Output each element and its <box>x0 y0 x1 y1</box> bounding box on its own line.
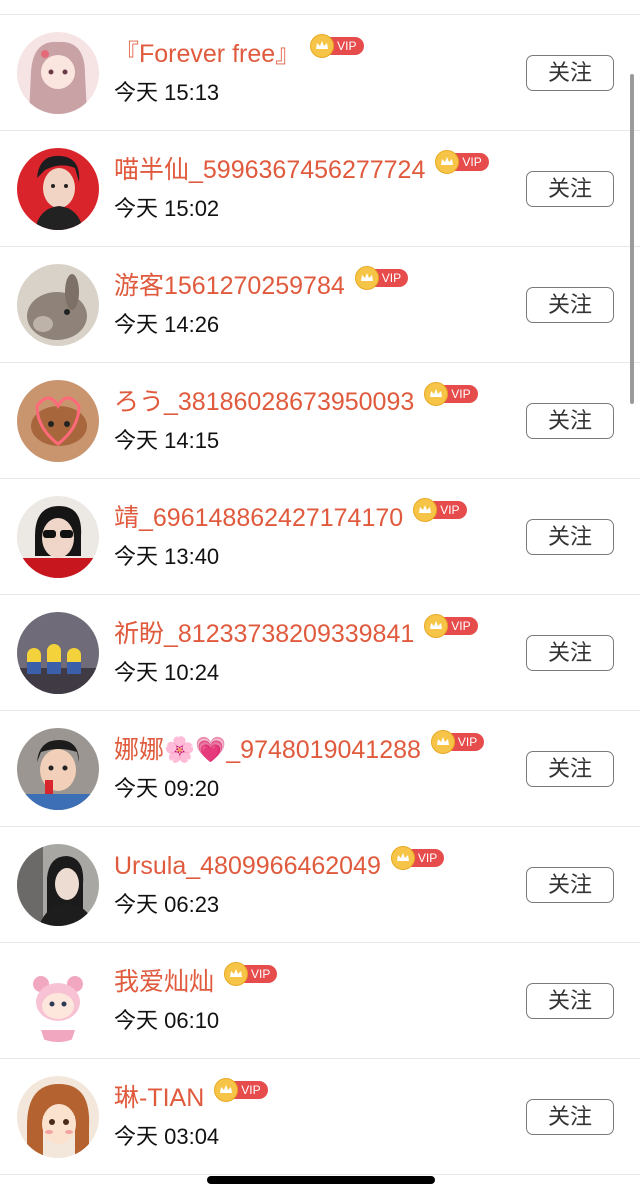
follow-time: 今天 09:20 <box>114 776 220 801</box>
crown-icon <box>214 1078 239 1102</box>
follow-time: 今天 13:40 <box>114 544 220 569</box>
vip-badge: VIP <box>214 1078 268 1102</box>
follow-time: 今天 14:15 <box>114 428 220 453</box>
scrollbar[interactable] <box>630 74 634 404</box>
user-avatar[interactable] <box>17 960 99 1042</box>
list-item[interactable]: 我爱灿灿 VIP 今天 06:10 关注 <box>0 943 640 1059</box>
crown-icon <box>424 382 449 406</box>
crown-icon <box>310 34 335 58</box>
follow-button[interactable]: 关注 <box>526 983 614 1019</box>
follow-time: 今天 03:04 <box>114 1124 220 1149</box>
follow-button[interactable]: 关注 <box>526 635 614 671</box>
user-avatar[interactable] <box>17 728 99 810</box>
user-avatar[interactable] <box>17 1076 99 1158</box>
vip-badge: VIP <box>424 614 478 638</box>
follow-time: 今天 10:24 <box>114 660 220 685</box>
username[interactable]: 游客1561270259784 <box>114 271 345 301</box>
list-item[interactable]: 祈盼_81233738209339841 VIP 今天 10:24 关注 <box>0 595 640 711</box>
crown-icon <box>430 730 455 754</box>
follow-time: 今天 06:10 <box>114 1008 220 1033</box>
username[interactable]: ろう_38186028673950093 <box>114 387 414 417</box>
list-item[interactable]: 琳-TIAN VIP 今天 03:04 关注 <box>0 1059 640 1175</box>
vip-badge: VIP <box>413 498 467 522</box>
username[interactable]: 靖_696148862427174170 <box>114 503 403 533</box>
follow-button[interactable]: 关注 <box>526 1099 614 1135</box>
user-avatar[interactable] <box>17 380 99 462</box>
username[interactable]: 喵半仙_5996367456277724 <box>114 155 425 185</box>
user-avatar[interactable] <box>17 496 99 578</box>
user-avatar[interactable] <box>17 148 99 230</box>
list-item[interactable]: 靖_696148862427174170 VIP 今天 13:40 关注 <box>0 479 640 595</box>
username[interactable]: 祈盼_81233738209339841 <box>114 619 414 649</box>
username[interactable]: 『Forever free』 <box>114 39 300 69</box>
user-avatar[interactable] <box>17 844 99 926</box>
user-avatar[interactable] <box>17 264 99 346</box>
user-avatar[interactable] <box>17 32 99 114</box>
follow-button[interactable]: 关注 <box>526 171 614 207</box>
crown-icon <box>354 266 379 290</box>
follow-button[interactable]: 关注 <box>526 751 614 787</box>
vip-badge: VIP <box>390 846 445 870</box>
vip-badge: VIP <box>354 266 409 290</box>
username[interactable]: Ursula_4809966462049 <box>114 851 381 881</box>
follow-button[interactable]: 关注 <box>526 519 614 555</box>
vip-badge: VIP <box>310 34 364 58</box>
follow-button[interactable]: 关注 <box>526 287 614 323</box>
username[interactable]: 琳-TIAN <box>114 1083 204 1113</box>
vip-badge: VIP <box>224 962 278 986</box>
follow-time: 今天 15:02 <box>114 196 220 221</box>
crown-icon <box>390 846 415 870</box>
crown-icon <box>435 150 460 174</box>
home-indicator[interactable] <box>207 1176 435 1184</box>
crown-icon <box>224 962 249 986</box>
username[interactable]: 我爱灿灿 <box>114 967 214 997</box>
follow-time: 今天 15:13 <box>114 80 220 105</box>
list-item[interactable]: ろう_38186028673950093 VIP 今天 14:15 关注 <box>0 363 640 479</box>
vip-badge: VIP <box>435 150 489 174</box>
follower-list: 『Forever free』 VIP 今天 15:13 关注 喵半仙_59963… <box>0 15 640 1175</box>
list-item[interactable]: 『Forever free』 VIP 今天 15:13 关注 <box>0 15 640 131</box>
list-item[interactable]: 喵半仙_5996367456277724 VIP 今天 15:02 关注 <box>0 131 640 247</box>
vip-badge: VIP <box>430 730 485 754</box>
follow-time: 今天 06:23 <box>114 892 220 917</box>
user-avatar[interactable] <box>17 612 99 694</box>
list-item[interactable]: Ursula_4809966462049 VIP 今天 06:23 关注 <box>0 827 640 943</box>
follow-button[interactable]: 关注 <box>526 55 614 91</box>
vip-badge: VIP <box>424 382 478 406</box>
list-item[interactable]: 游客1561270259784 VIP 今天 14:26 关注 <box>0 247 640 363</box>
crown-icon <box>413 498 438 522</box>
follow-button[interactable]: 关注 <box>526 403 614 439</box>
username[interactable]: 娜娜🌸💗_9748019041288 <box>114 735 421 765</box>
crown-icon <box>424 614 449 638</box>
list-item[interactable]: 娜娜🌸💗_9748019041288 VIP 今天 09:20 关注 <box>0 711 640 827</box>
follow-time: 今天 14:26 <box>114 312 220 337</box>
follow-button[interactable]: 关注 <box>526 867 614 903</box>
